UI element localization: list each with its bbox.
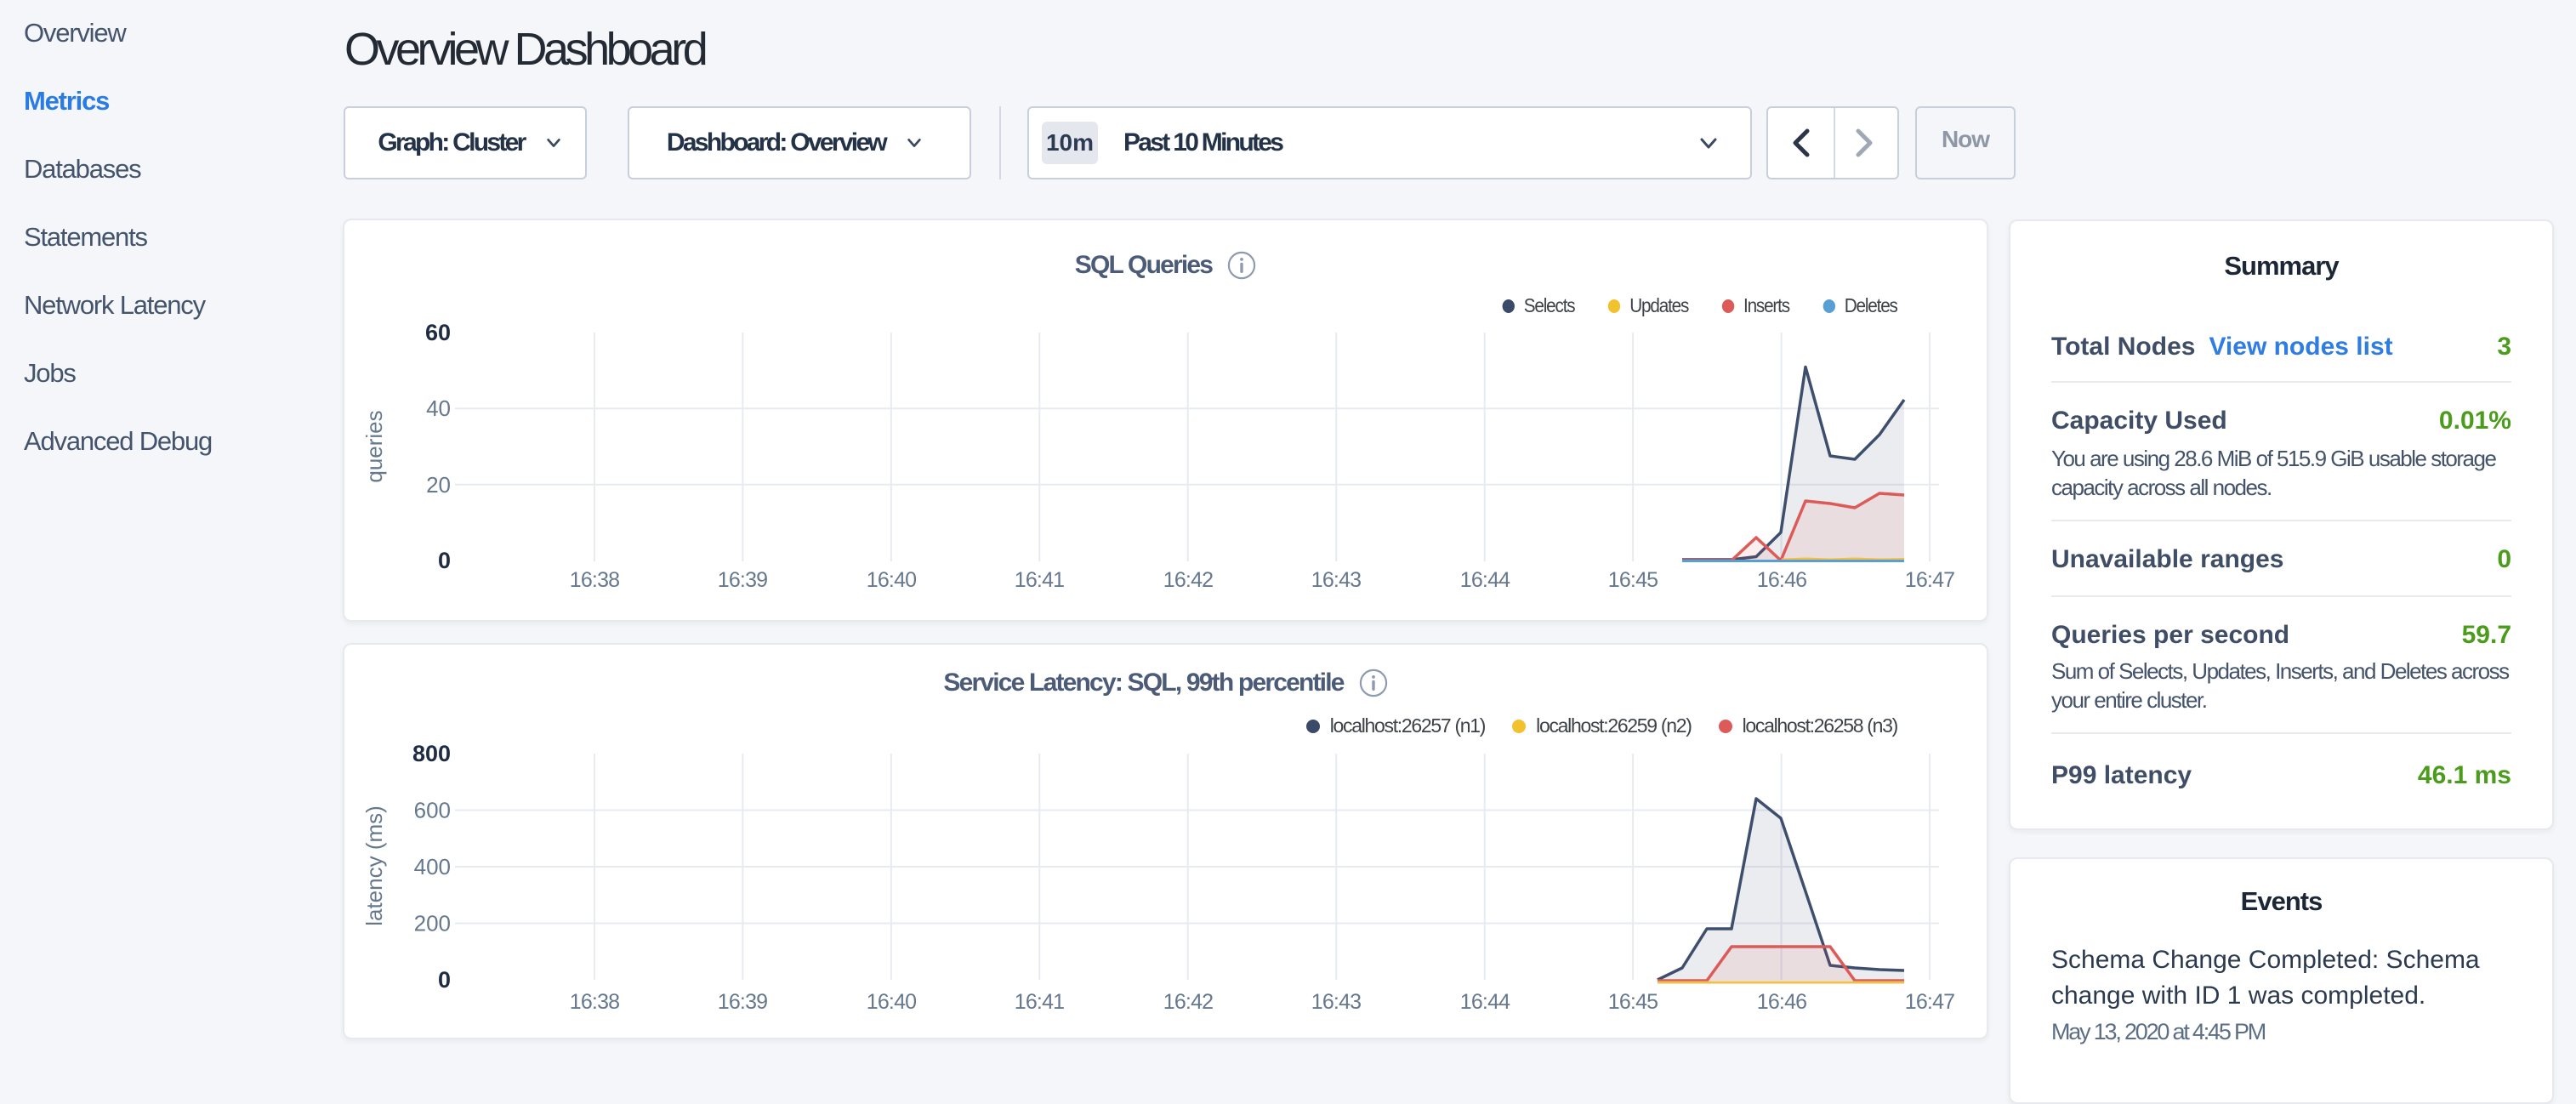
svg-text:16:44: 16:44 xyxy=(1460,990,1510,1014)
svg-text:16:41: 16:41 xyxy=(1015,990,1065,1014)
svg-text:16:47: 16:47 xyxy=(1905,990,1955,1014)
svg-text:16:42: 16:42 xyxy=(1163,990,1214,1014)
svg-text:16:43: 16:43 xyxy=(1311,990,1362,1014)
svg-text:16:46: 16:46 xyxy=(1757,990,1807,1014)
svg-text:16:46: 16:46 xyxy=(1757,568,1807,592)
svg-text:16:41: 16:41 xyxy=(1015,568,1065,592)
svg-text:latency (ms): latency (ms) xyxy=(361,805,387,926)
svg-text:queries: queries xyxy=(361,410,387,482)
svg-text:16:39: 16:39 xyxy=(718,990,768,1014)
svg-text:16:38: 16:38 xyxy=(570,568,620,592)
svg-text:16:38: 16:38 xyxy=(570,990,620,1014)
svg-text:16:47: 16:47 xyxy=(1905,568,1955,592)
svg-text:20: 20 xyxy=(426,472,451,498)
svg-text:40: 40 xyxy=(426,396,451,421)
svg-text:16:39: 16:39 xyxy=(718,568,768,592)
svg-text:800: 800 xyxy=(412,741,451,766)
svg-text:600: 600 xyxy=(414,798,451,823)
svg-text:16:40: 16:40 xyxy=(867,990,917,1014)
svg-text:400: 400 xyxy=(414,854,451,879)
svg-text:16:44: 16:44 xyxy=(1460,568,1510,592)
svg-text:60: 60 xyxy=(425,320,451,345)
svg-text:200: 200 xyxy=(414,911,451,936)
svg-text:0: 0 xyxy=(438,548,451,573)
svg-text:16:43: 16:43 xyxy=(1311,568,1362,592)
svg-text:16:45: 16:45 xyxy=(1608,990,1658,1014)
svg-text:0: 0 xyxy=(438,967,451,993)
svg-text:16:42: 16:42 xyxy=(1163,568,1214,592)
svg-text:16:45: 16:45 xyxy=(1608,568,1658,592)
svg-text:16:40: 16:40 xyxy=(867,568,917,592)
